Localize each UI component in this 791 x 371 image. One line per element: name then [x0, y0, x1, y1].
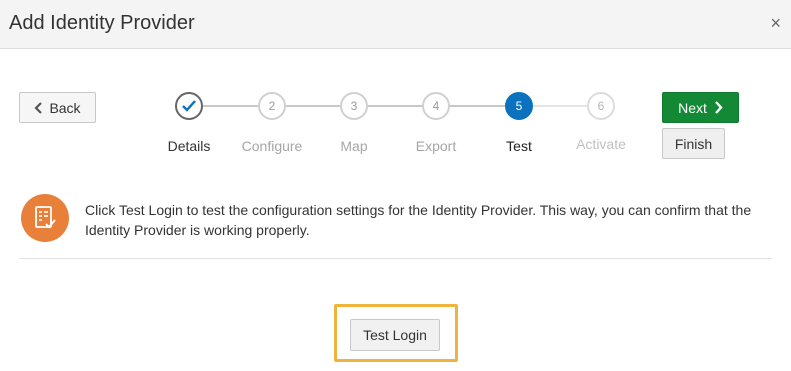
step-label-export: Export: [415, 138, 457, 154]
step-label-activate: Activate: [576, 136, 626, 152]
train-step-configure[interactable]: 2: [258, 92, 286, 120]
step-label-details: Details: [167, 138, 211, 154]
divider: [19, 258, 772, 259]
back-button-label: Back: [49, 99, 81, 116]
back-button[interactable]: Back: [19, 92, 96, 123]
train-step-activate: 6: [587, 92, 615, 120]
info-message: Click Test Login to test the configurati…: [85, 202, 752, 238]
step-label-configure: Configure: [241, 138, 303, 154]
close-icon[interactable]: ×: [770, 13, 781, 33]
checkmark-icon: [182, 100, 196, 112]
next-button-label: Next: [678, 99, 707, 116]
train-step-export[interactable]: 4: [422, 92, 450, 120]
test-login-button[interactable]: Test Login: [350, 319, 440, 351]
step-label-map: Map: [340, 138, 368, 154]
checklist-icon: [21, 194, 69, 242]
chevron-left-icon: [34, 101, 43, 114]
step-label-test: Test: [506, 138, 532, 154]
train-connector: [203, 105, 258, 107]
train-step-map[interactable]: 3: [340, 92, 368, 120]
chevron-right-icon: [715, 101, 723, 114]
train-connector: [533, 105, 587, 107]
dialog-header: Add Identity Provider ×: [0, 0, 791, 49]
train-connector: [286, 105, 340, 107]
next-button[interactable]: Next: [662, 92, 739, 123]
train-step-test[interactable]: 5: [505, 92, 533, 120]
train-connector: [368, 105, 422, 107]
finish-button[interactable]: Finish: [662, 128, 725, 159]
train-step-details[interactable]: [175, 92, 203, 120]
train-connector: [450, 105, 505, 107]
dialog-title: Add Identity Provider: [9, 12, 195, 34]
